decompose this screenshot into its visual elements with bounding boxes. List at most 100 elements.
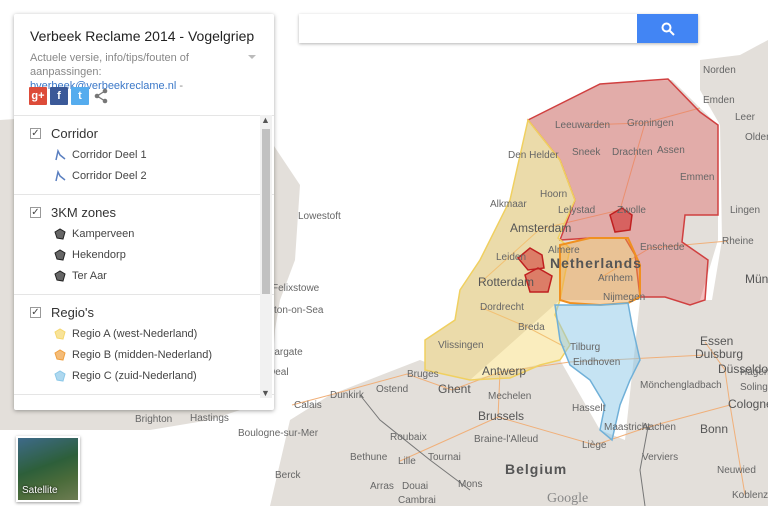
twitter-icon[interactable]: t	[71, 87, 89, 105]
city-label: Assen	[657, 145, 685, 156]
city-label: Calais	[294, 400, 322, 411]
city-label: Amsterdam	[510, 221, 571, 235]
city-label: Olden	[745, 132, 768, 143]
city-label: Hasselt	[572, 403, 606, 414]
layer-header[interactable]: ✓ Corridor	[14, 122, 274, 144]
city-label: Rheine	[722, 236, 754, 247]
google-plus-icon[interactable]: g+	[29, 87, 47, 105]
city-label: Felixstowe	[272, 283, 320, 294]
search-input[interactable]	[299, 14, 629, 43]
city-label: Norden	[703, 65, 736, 76]
city-label: Mons	[458, 479, 482, 490]
city-label: Dordrecht	[480, 302, 524, 313]
city-label: Hoorn	[540, 189, 567, 200]
layer-item[interactable]: Hekendorp	[14, 244, 274, 265]
city-label: Ghent	[438, 382, 471, 396]
city-label: Emden	[703, 95, 735, 106]
city-label: Braine-l'Alleud	[474, 434, 538, 445]
city-label: Drachten	[612, 147, 653, 158]
layer-checkbox[interactable]: ✓	[30, 127, 41, 139]
layer-group: ✓ Corridor Corridor Deel 1 Corridor Deel 2	[14, 116, 274, 195]
city-label: Douai	[402, 481, 428, 492]
polygon-icon	[54, 248, 66, 261]
city-label: Boulogne-sur-Mer	[238, 428, 319, 439]
layer-group: ✓ 3KM zones Kamperveen Hekendorp Ter Aar	[14, 195, 274, 295]
layer-item[interactable]: Corridor Deel 2	[14, 165, 274, 186]
layer-header[interactable]: ✓ 3KM zones	[14, 201, 274, 223]
city-label: Brussels	[478, 409, 524, 423]
city-label: Lille	[398, 456, 416, 467]
city-label: Antwerp	[482, 364, 526, 378]
city-label: Lingen	[730, 205, 760, 216]
city-label: Eindhoven	[573, 357, 620, 368]
layer-item[interactable]: Regio A (west-Nederland)	[14, 323, 274, 344]
layer-checkbox[interactable]: ✓	[30, 206, 41, 218]
description-suffix: -	[176, 80, 184, 92]
share-buttons: g+ f t	[29, 87, 110, 105]
facebook-icon[interactable]: f	[50, 87, 68, 105]
search-icon	[661, 22, 675, 36]
share-icon[interactable]	[92, 87, 110, 105]
scrollbar[interactable]: ▲ ▼	[260, 115, 272, 398]
layer-item[interactable]: Ter Aar	[14, 265, 274, 286]
layer-item[interactable]: Regio B (midden-Nederland)	[14, 344, 274, 365]
line-icon	[55, 148, 66, 160]
polygon-icon	[54, 348, 66, 361]
polygon-icon	[54, 269, 66, 282]
city-label: Koblenz	[732, 490, 768, 501]
layer-item-label: Regio A (west-Nederland)	[72, 327, 198, 340]
city-label: Aachen	[642, 422, 676, 433]
city-label: Mönchengladbach	[640, 380, 722, 391]
city-label: Solingen	[740, 382, 768, 393]
scrollbar-thumb[interactable]	[262, 129, 270, 294]
city-label: Cambrai	[398, 495, 436, 506]
search-box[interactable]	[299, 14, 698, 43]
country-label-belgium: Belgium	[505, 461, 567, 477]
polygon-icon	[54, 369, 66, 382]
satellite-label: Satellite	[22, 485, 58, 496]
layer-item-label: Corridor Deel 2	[72, 169, 147, 182]
layer-item-label: Kamperveen	[72, 227, 135, 240]
city-label: Verviers	[642, 452, 678, 463]
layer-item[interactable]: Regio C (zuid-Nederland)	[14, 365, 274, 386]
city-label: Leer	[735, 112, 756, 123]
city-label: Bonn	[700, 422, 728, 436]
city-label: Lowestoft	[298, 211, 341, 222]
layer-header[interactable]: ✓ Regio's	[14, 301, 274, 323]
layer-item-label: Regio C (zuid-Nederland)	[72, 369, 197, 382]
layer-item-label: Corridor Deel 1	[72, 148, 147, 161]
city-label: Münster	[745, 272, 768, 286]
legend-panel: Verbeek Reclame 2014 - Vogelgriep Actuel…	[14, 14, 274, 410]
city-label: Arnhem	[598, 273, 633, 284]
city-label: Tournai	[428, 452, 461, 463]
polygon-icon	[54, 327, 66, 340]
city-label: Cologne	[728, 397, 768, 411]
layer-checkbox[interactable]: ✓	[30, 306, 41, 318]
city-label: Tilburg	[570, 342, 600, 353]
city-label: Bethune	[350, 452, 388, 463]
layer-item[interactable]: Corridor Deel 1	[14, 144, 274, 165]
scroll-down-icon[interactable]: ▼	[261, 388, 270, 398]
line-icon	[55, 169, 66, 181]
city-label: Enschede	[640, 242, 685, 253]
expand-description-icon[interactable]	[248, 55, 256, 59]
layer-name: Regio's	[51, 304, 94, 320]
city-label: Bruges	[407, 369, 439, 380]
city-label: Alkmaar	[490, 199, 527, 210]
layer-item[interactable]: Kamperveen	[14, 223, 274, 244]
satellite-toggle[interactable]: Satellite	[16, 436, 80, 502]
city-label: Lelystad	[558, 205, 595, 216]
city-label: Groningen	[627, 118, 674, 129]
scroll-up-icon[interactable]: ▲	[261, 115, 270, 125]
city-label: Ostend	[376, 384, 408, 395]
layer-group: ✓ Regio's Regio A (west-Nederland) Regio B …	[14, 295, 274, 395]
city-label: Duisburg	[695, 347, 743, 361]
city-label: Leeuwarden	[555, 120, 610, 131]
city-label: Sneek	[572, 147, 601, 158]
search-button[interactable]	[637, 14, 698, 43]
city-label: Zwolle	[617, 205, 646, 216]
city-label: Nijmegen	[603, 292, 645, 303]
google-logo: Google	[547, 491, 588, 506]
city-label: Hagen	[740, 367, 768, 378]
city-label: Brighton	[135, 414, 172, 425]
